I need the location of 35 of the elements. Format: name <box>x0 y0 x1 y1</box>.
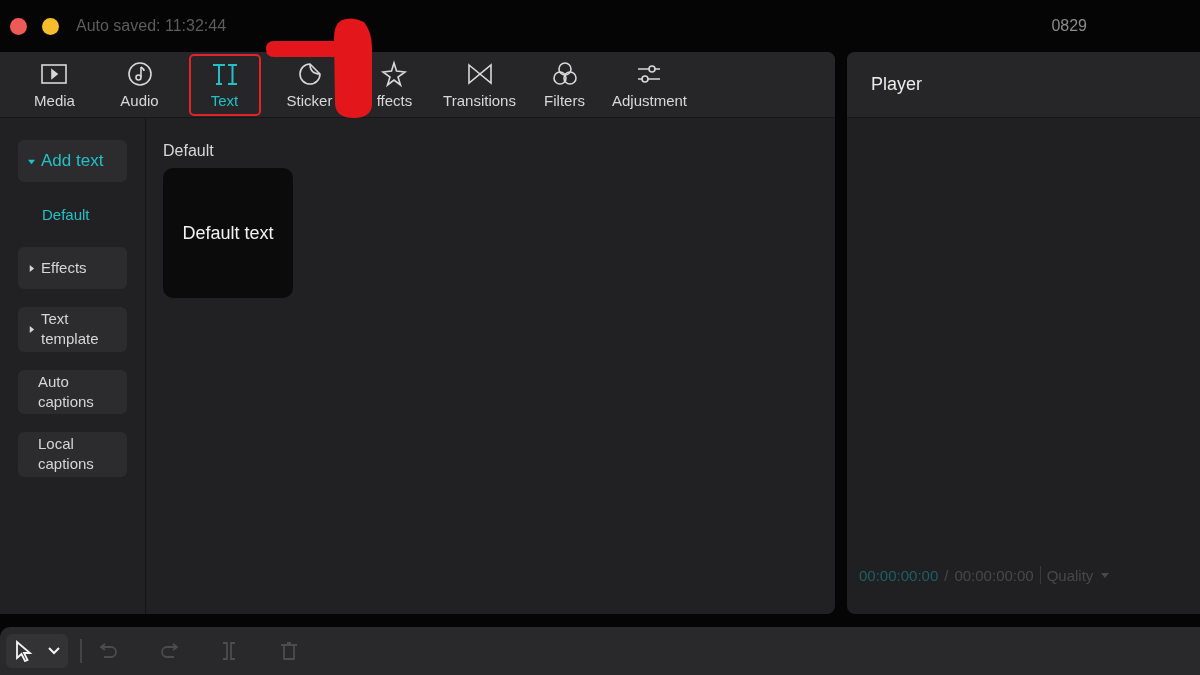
project-name: 0829 <box>1051 17 1087 35</box>
pointing-finger-drawing <box>266 41 336 57</box>
current-time: 00:00:00:00 <box>859 566 939 584</box>
caret-icon <box>28 264 35 272</box>
circles-icon <box>550 60 579 88</box>
autosave-status: Auto saved: 11:32:44 <box>76 17 227 35</box>
tab[interactable]: Filters <box>542 58 587 111</box>
select-tool-button[interactable] <box>6 634 68 668</box>
caret-icon <box>28 157 35 165</box>
panel-title: Player <box>871 74 923 95</box>
tab[interactable]: Media <box>32 58 77 111</box>
time-separator: / <box>944 566 949 584</box>
cursor-icon <box>14 640 34 662</box>
sidebar-item[interactable]: Add text <box>18 140 127 182</box>
sidebar-subitem[interactable]: Default <box>18 200 127 229</box>
sidebar-item[interactable]: Text template <box>18 307 127 352</box>
caret-icon <box>1101 572 1110 578</box>
trash-icon <box>278 640 300 662</box>
sidebar-item[interactable]: Effects <box>18 247 127 289</box>
text-preset-card[interactable]: Default text <box>163 168 293 298</box>
tab[interactable]: Text <box>188 53 261 116</box>
sidebar-item[interactable]: Local captions <box>18 432 127 477</box>
caret-icon <box>28 325 35 333</box>
tab[interactable]: Sticker <box>284 58 335 111</box>
sidebar-item[interactable]: Auto captions <box>18 369 127 414</box>
close-window-button[interactable] <box>10 17 27 35</box>
star-icon <box>380 60 409 88</box>
chevron-down-icon <box>48 647 60 655</box>
tab[interactable]: ffects <box>374 58 415 111</box>
tab[interactable]: Audio <box>118 58 161 111</box>
music-note-icon <box>125 60 154 88</box>
tab[interactable]: Transitions <box>441 58 518 111</box>
minimize-window-button[interactable] <box>42 17 59 35</box>
tab[interactable]: Adjustment <box>609 58 689 111</box>
section-heading: Default <box>163 142 215 160</box>
